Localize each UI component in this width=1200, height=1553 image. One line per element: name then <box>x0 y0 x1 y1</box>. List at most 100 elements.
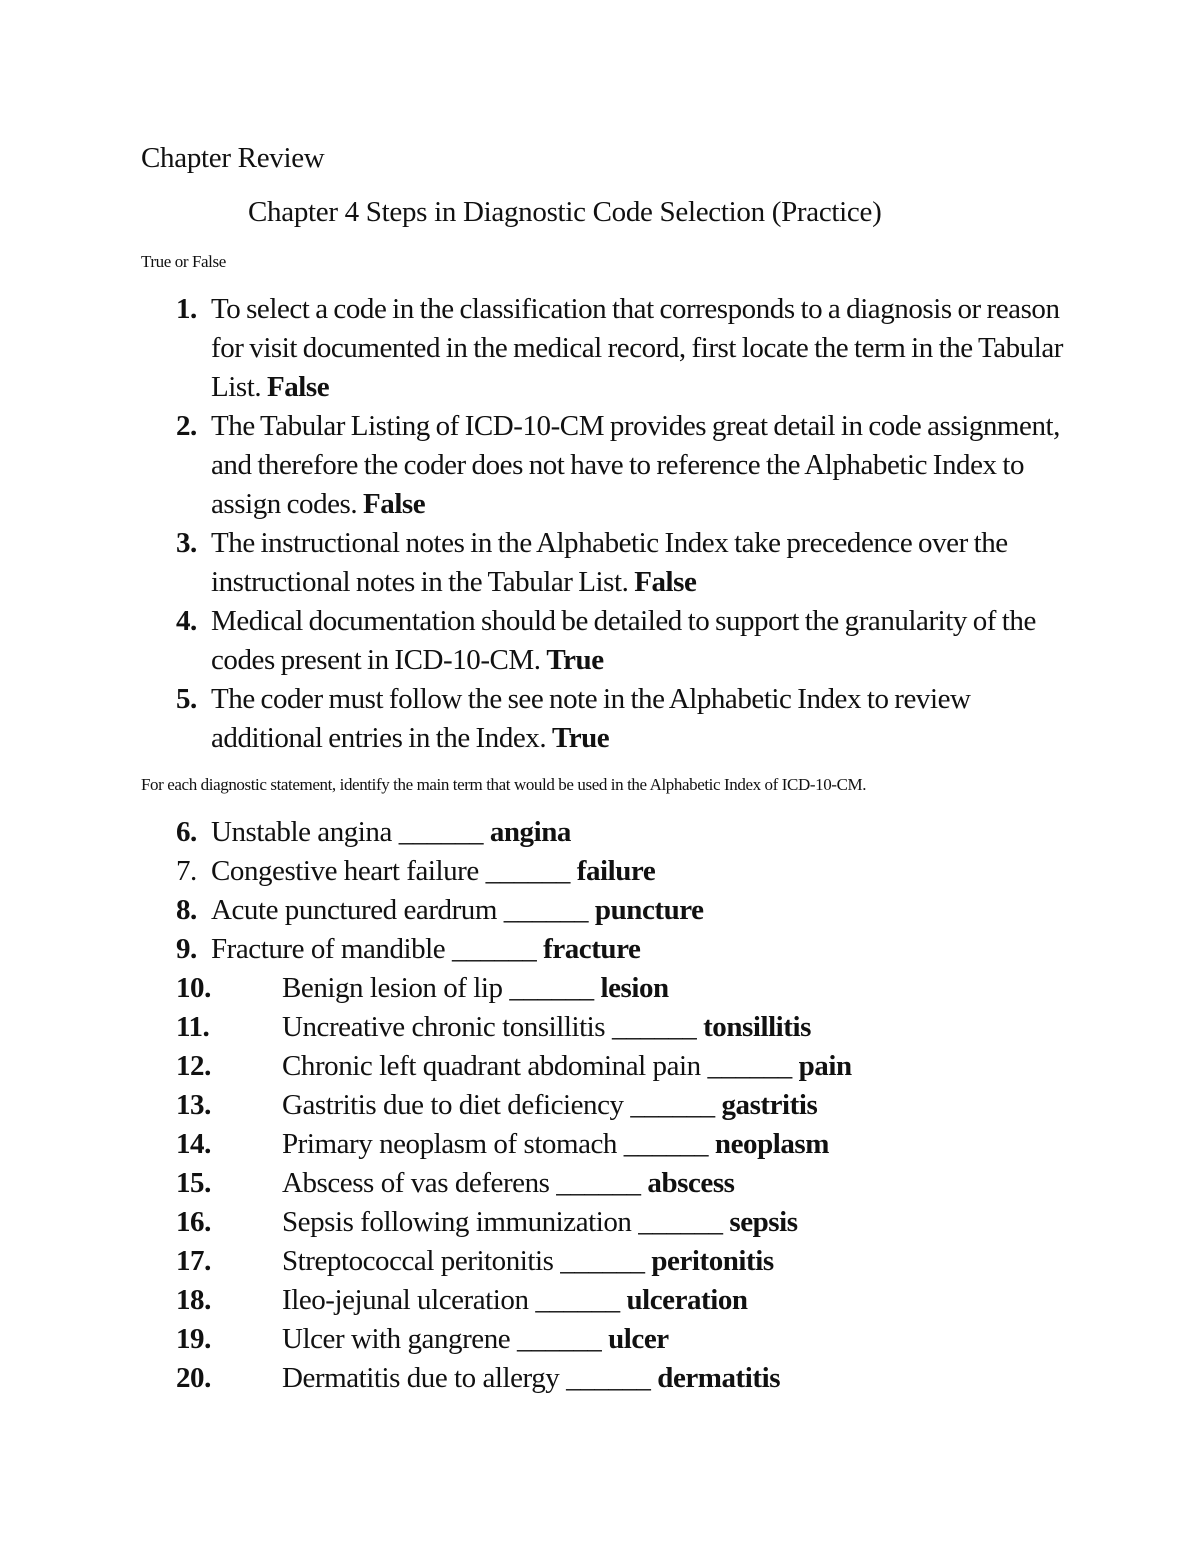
item-answer: fracture <box>543 933 641 965</box>
main-term-item: 6. Unstable angina ______ angina <box>0 813 1200 852</box>
item-number: 8. <box>176 894 197 926</box>
item-text: The Tabular Listing of ICD-10-CM provide… <box>211 410 1060 520</box>
item-statement: Gastritis due to diet deficiency <box>282 1089 624 1121</box>
answer-blank: ______ <box>707 1050 793 1082</box>
item-number: 12. <box>176 1050 211 1082</box>
document-page: Chapter Review Chapter 4 Steps in Diagno… <box>0 0 1200 1553</box>
true-false-section-label: True or False <box>141 252 226 271</box>
item-number: 3. <box>176 527 197 559</box>
item-number: 11. <box>176 1011 210 1043</box>
answer-blank: ______ <box>509 972 594 1004</box>
item-number: 13. <box>176 1089 211 1121</box>
item-number: 10. <box>176 972 211 1004</box>
item-number: 9. <box>176 933 197 965</box>
item-answer: pain <box>798 1050 852 1082</box>
main-term-item: 13. Gastritis due to diet deficiency ___… <box>0 1086 1200 1125</box>
answer-blank: ______ <box>566 1362 651 1394</box>
item-answer: True <box>551 722 610 754</box>
item-statement: Chronic left quadrant abdominal pain <box>282 1050 701 1082</box>
main-term-item: 8. Acute punctured eardrum ______ punctu… <box>0 891 1200 930</box>
item-statement: Uncreative chronic tonsillitis <box>282 1011 606 1043</box>
item-answer: neoplasm <box>714 1128 829 1160</box>
item-number: 15. <box>176 1167 211 1199</box>
main-term-item: 10. Benign lesion of lip ______ lesion <box>0 969 1200 1008</box>
item-answer: False <box>363 488 426 520</box>
item-answer: lesion <box>600 972 670 1004</box>
true-false-item: 4. Medical documentation should be detai… <box>0 602 1071 680</box>
item-statement: Unstable angina <box>211 816 392 848</box>
main-term-item: 9. Fracture of mandible ______ fracture <box>0 930 1200 969</box>
item-number: 20. <box>176 1362 211 1394</box>
item-statement: Primary neoplasm of stomach <box>282 1128 617 1160</box>
item-statement: Streptococcal peritonitis <box>282 1245 554 1277</box>
item-statement: Ileo-jejunal ulceration <box>282 1284 529 1316</box>
item-number: 18. <box>176 1284 211 1316</box>
item-statement: Fracture of mandible <box>211 933 446 965</box>
item-number: 7. <box>176 855 197 887</box>
item-answer: abscess <box>647 1167 735 1199</box>
main-term-item: 14. Primary neoplasm of stomach ______ n… <box>0 1125 1200 1164</box>
item-number: 1. <box>176 293 197 325</box>
item-text: To select a code in the classification t… <box>211 293 1063 403</box>
answer-blank: ______ <box>535 1284 620 1316</box>
true-false-item: 5. The coder must follow the see note in… <box>0 680 1071 758</box>
item-statement: Dermatitis due to allergy <box>282 1362 560 1394</box>
item-number: 17. <box>176 1245 211 1277</box>
item-answer: angina <box>489 816 572 848</box>
item-answer: True <box>546 644 604 676</box>
item-answer: puncture <box>594 894 704 926</box>
item-number: 5. <box>176 683 197 715</box>
answer-blank: ______ <box>517 1323 602 1355</box>
item-answer: False <box>634 566 697 598</box>
page-subtitle: Chapter 4 Steps in Diagnostic Code Selec… <box>248 196 882 228</box>
item-answer: peritonitis <box>651 1245 774 1277</box>
main-term-list: 6. Unstable angina ______ angina 7. Cong… <box>0 813 1200 1398</box>
item-text: Medical documentation should be detailed… <box>211 605 1036 676</box>
item-answer: gastritis <box>721 1089 818 1121</box>
main-term-item: 7. Congestive heart failure ______ failu… <box>0 852 1200 891</box>
true-false-item: 1. To select a code in the classificatio… <box>0 290 1071 407</box>
item-number: 2. <box>176 410 197 442</box>
item-number: 19. <box>176 1323 211 1355</box>
answer-blank: ______ <box>560 1245 645 1277</box>
item-answer: dermatitis <box>657 1362 781 1394</box>
main-term-item: 17. Streptococcal peritonitis ______ per… <box>0 1242 1200 1281</box>
answer-blank: ______ <box>638 1206 723 1238</box>
main-term-item: 18. Ileo-jejunal ulceration ______ ulcer… <box>0 1281 1200 1320</box>
true-false-item: 3. The instructional notes in the Alphab… <box>0 524 1071 602</box>
item-text: The instructional notes in the Alphabeti… <box>211 527 1008 598</box>
true-false-item: 2. The Tabular Listing of ICD-10-CM prov… <box>0 407 1071 524</box>
item-answer: tonsillitis <box>703 1011 811 1043</box>
item-answer: ulcer <box>608 1323 669 1355</box>
item-statement: Benign lesion of lip <box>282 972 503 1004</box>
item-statement: Congestive heart failure <box>211 855 479 887</box>
item-statement: Sepsis following immunization <box>282 1206 632 1238</box>
answer-blank: ______ <box>630 1089 715 1121</box>
main-term-item: 15. Abscess of vas deferens ______ absce… <box>0 1164 1200 1203</box>
item-number: 6. <box>176 816 197 848</box>
item-statement: Abscess of vas deferens <box>282 1167 550 1199</box>
item-number: 16. <box>176 1206 211 1238</box>
main-term-item: 11. Uncreative chronic tonsillitis _____… <box>0 1008 1200 1047</box>
item-number: 4. <box>176 605 197 637</box>
answer-blank: ______ <box>452 933 537 965</box>
main-term-item: 12. Chronic left quadrant abdominal pain… <box>0 1047 1200 1086</box>
item-answer: ulceration <box>626 1284 748 1316</box>
item-statement: Ulcer with gangrene <box>282 1323 511 1355</box>
item-statement: Acute punctured eardrum <box>211 894 497 926</box>
true-false-list: 1. To select a code in the classificatio… <box>0 290 1200 758</box>
answer-blank: ______ <box>398 816 484 848</box>
answer-blank: ______ <box>556 1167 641 1199</box>
item-answer: failure <box>576 855 656 887</box>
main-term-item: 16. Sepsis following immunization ______… <box>0 1203 1200 1242</box>
answer-blank: ______ <box>623 1128 709 1160</box>
page-heading: Chapter Review <box>141 142 325 174</box>
answer-blank: ______ <box>503 894 589 926</box>
main-term-item: 19. Ulcer with gangrene ______ ulcer <box>0 1320 1200 1359</box>
item-number: 14. <box>176 1128 211 1160</box>
item-answer: False <box>266 371 330 403</box>
answer-blank: ______ <box>485 855 571 887</box>
main-term-item: 20. Dermatitis due to allergy ______ der… <box>0 1359 1200 1398</box>
main-term-section-label: For each diagnostic statement, identify … <box>141 775 867 794</box>
answer-blank: ______ <box>611 1011 697 1043</box>
